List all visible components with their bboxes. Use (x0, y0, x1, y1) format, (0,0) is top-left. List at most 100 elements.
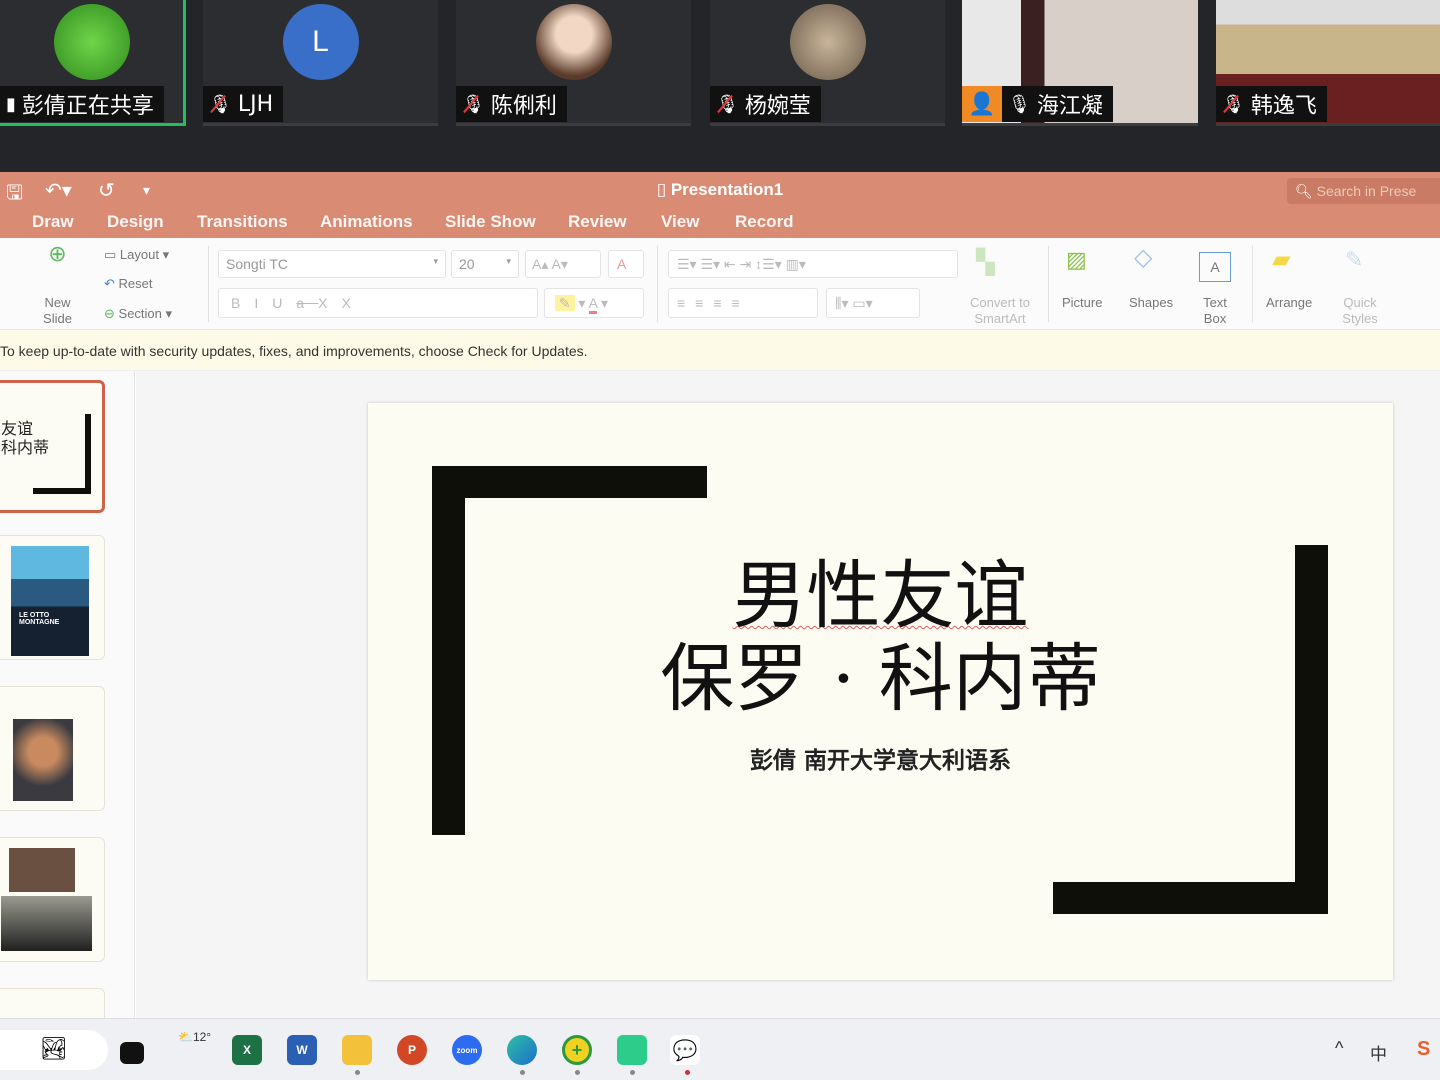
layout-button[interactable]: ▭ Layout ▾ (104, 247, 169, 263)
participant-name: 韩逸飞 (1250, 94, 1317, 119)
arrange-icon[interactable]: ▰ (1272, 248, 1290, 272)
tab-review[interactable]: Review (568, 212, 627, 232)
running-indicator (685, 1070, 690, 1075)
font-size-select[interactable]: 20 ▾ (451, 250, 519, 278)
section-icon: ⊖ (104, 306, 115, 321)
document-icon: ▯ (656, 180, 671, 199)
zoom-app-icon[interactable]: zoom (452, 1035, 482, 1065)
edge-browser-icon[interactable] (507, 1035, 537, 1065)
slide-thumbnail-5[interactable] (0, 988, 105, 1018)
participant-name: 海江凝 (1036, 94, 1103, 119)
portrait-image (13, 719, 73, 801)
book-title: LE OTTO MONTAGNE (19, 612, 60, 626)
slide-thumbnail-1[interactable]: 友谊 科内蒂 (0, 380, 105, 513)
file-explorer-icon[interactable] (342, 1035, 372, 1065)
slide[interactable]: 男性友谊 保罗 · 科内蒂 彭倩 南开大学意大利语系 (368, 403, 1393, 980)
update-notice-text: To keep up-to-date with security updates… (0, 343, 588, 359)
wechat-app-icon[interactable]: 💬 (670, 1035, 700, 1065)
weather-temp: 12° (192, 1030, 212, 1044)
tab-animations[interactable]: Animations (320, 212, 413, 232)
participant-tile-6[interactable]: 🎙 韩逸飞 (1216, 0, 1440, 126)
text-format-buttons[interactable]: BIUaXX (218, 288, 538, 318)
plus-app-icon[interactable]: + (562, 1035, 592, 1065)
section-label: Section (118, 306, 162, 321)
running-indicator (630, 1070, 635, 1075)
quick-styles-icon[interactable]: ✎ (1345, 249, 1363, 271)
excel-app-icon[interactable]: X (232, 1035, 262, 1065)
participant-tile-4[interactable]: 🎙 杨婉莹 (710, 0, 945, 126)
tray-chevron-up-icon[interactable]: ^ (1335, 1038, 1343, 1059)
slide-thumbnail-3[interactable] (0, 686, 105, 811)
slide-subtitle[interactable]: 彭倩 南开大学意大利语系 (368, 741, 1393, 775)
highlight-font-color-buttons[interactable]: ✎ ▾ A ▾ (544, 288, 644, 318)
bracket-bottom-right (1053, 882, 1328, 914)
list-indent-buttons[interactable]: ☰▾ ☰▾ ⇤ ⇥ ↕☰▾ ▥▾ (668, 250, 958, 278)
avatar (53, 4, 130, 80)
font-name-select[interactable]: Songti TC ▾ (218, 250, 446, 278)
sogou-input-icon[interactable]: S (1417, 1038, 1430, 1061)
document-title: ▯ Presentation1 (0, 180, 1440, 200)
reset-button[interactable]: ↶ Reset (104, 276, 153, 292)
shapes-button[interactable]: Shapes (1129, 295, 1173, 311)
tab-design[interactable]: Design (107, 212, 164, 232)
search-placeholder: Search in Prese (1316, 183, 1417, 199)
taskbar (0, 1018, 1440, 1080)
font-grow-shrink-buttons[interactable]: A▴ A▾ (525, 250, 601, 278)
running-indicator (520, 1070, 525, 1075)
new-slide-button[interactable]: New Slide (30, 295, 85, 327)
slide-thumbnail-4[interactable] (0, 837, 105, 962)
ime-indicator[interactable]: 中 (1370, 1040, 1387, 1065)
divider (657, 246, 658, 322)
mic-muted-icon: 🎙 (209, 93, 232, 115)
book-cover-image: LE OTTO MONTAGNE (11, 546, 89, 656)
document-title-text: Presentation1 (670, 180, 784, 199)
participant-name: 陈俐利 (490, 94, 557, 119)
layout-label: Layout (119, 247, 159, 262)
divider (208, 246, 209, 322)
tab-slide-show[interactable]: Slide Show (445, 212, 536, 232)
sharing-icon: ▮ (6, 93, 16, 115)
avatar (535, 4, 612, 80)
smartart-icon[interactable]: ▚ (976, 251, 994, 275)
participant-tile-5[interactable]: 👤 🎙 海江凝 (962, 0, 1198, 126)
alignment-buttons[interactable]: ≡≡≡≡ (668, 288, 818, 318)
quick-styles-button[interactable]: Quick Styles (1338, 295, 1382, 327)
terminal-app-icon[interactable] (120, 1042, 144, 1064)
slide-title-line-1[interactable]: 男性友谊 (733, 553, 1029, 639)
arrange-button[interactable]: Arrange (1266, 295, 1312, 311)
text-direction-buttons[interactable]: ⫼▾ ▭▾ (826, 288, 920, 318)
tab-draw[interactable]: Draw (32, 212, 74, 232)
participant-tile-2[interactable]: L 🎙 LJH (203, 0, 438, 126)
shapes-icon[interactable]: ◇ (1134, 246, 1152, 270)
section-button[interactable]: ⊖ Section ▾ (104, 306, 172, 322)
search-icon: 🔍︎ (1295, 183, 1317, 199)
thumbnail-title: 友谊 (1, 419, 34, 438)
powerpoint-app-icon[interactable]: P (397, 1035, 427, 1065)
tab-record[interactable]: Record (735, 212, 794, 232)
participant-tile-3[interactable]: 🎙 陈俐利 (456, 0, 691, 126)
slide-thumbnail-panel[interactable]: 友谊 科内蒂 LE OTTO MONTAGNE (0, 371, 135, 1018)
word-app-icon[interactable]: W (287, 1035, 317, 1065)
participant-tile-1[interactable]: ▮ 彭倩正在共享 (0, 0, 186, 126)
tab-transitions[interactable]: Transitions (197, 212, 288, 232)
running-indicator (575, 1070, 580, 1075)
tab-view[interactable]: View (661, 212, 699, 232)
picture-icon[interactable]: ▨ (1066, 249, 1087, 271)
convert-smartart-button[interactable]: Convert to SmartArt (960, 295, 1040, 327)
slide-title-line-2[interactable]: 保罗 · 科内蒂 (368, 638, 1393, 720)
new-slide-icon[interactable]: ⊕ (30, 243, 85, 265)
search-input[interactable]: 🔍︎ Search in Prese (1287, 178, 1440, 204)
mic-muted-icon: 🎙 (716, 93, 739, 115)
reset-label: Reset (118, 276, 153, 291)
slide-thumbnail-2[interactable]: LE OTTO MONTAGNE (0, 535, 105, 660)
text-box-button[interactable]: Text Box (1199, 295, 1231, 327)
film-still-image (9, 848, 75, 892)
weather-widget[interactable]: ⛅12° (178, 1030, 211, 1044)
font-name-value: Songti TC (226, 256, 288, 272)
text-box-icon[interactable]: A (1199, 252, 1231, 282)
picture-button[interactable]: Picture (1062, 295, 1102, 311)
widgets-button[interactable]: 🏞 (0, 1030, 108, 1070)
divider (1048, 246, 1049, 322)
notes-app-icon[interactable] (617, 1035, 647, 1065)
clear-format-icon[interactable]: A (608, 250, 644, 278)
